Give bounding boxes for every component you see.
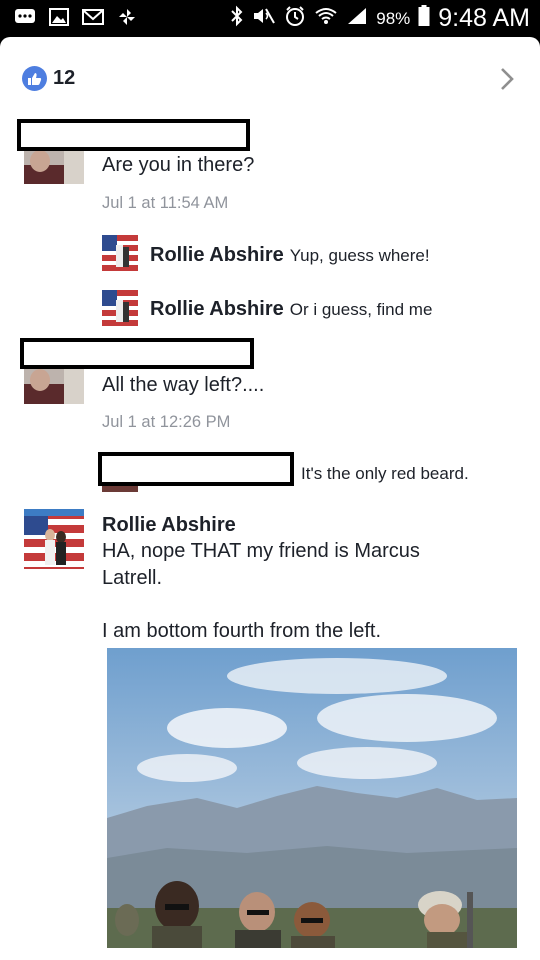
reply-text: It's the only red beard.: [301, 464, 469, 483]
pinwheel-icon: [116, 7, 138, 27]
reply-text: Yup, guess where!: [289, 246, 430, 265]
alarm-icon: [284, 5, 306, 32]
messages-icon: [14, 7, 36, 27]
bluetooth-icon: [230, 5, 244, 32]
chevron-right-icon[interactable]: [500, 67, 514, 96]
redacted-name: [98, 452, 294, 486]
status-bar: 98% 9:48 AM: [0, 0, 540, 36]
comment-text-line: HA, nope THAT my friend is Marcus: [102, 540, 420, 562]
reply: Rollie Abshire Or i guess, find me: [150, 298, 432, 321]
redacted-name: [20, 338, 254, 369]
system-icons: 98% 9:48 AM: [230, 4, 530, 33]
comment-text-line: I am bottom fourth from the left.: [102, 620, 382, 642]
avatar[interactable]: [24, 151, 84, 184]
avatar[interactable]: [102, 290, 138, 326]
comment-photo[interactable]: [107, 648, 517, 948]
signal-icon: [346, 6, 368, 31]
gmail-icon: [82, 7, 104, 27]
reply: Rollie Abshire Yup, guess where!: [150, 244, 430, 267]
avatar[interactable]: [24, 369, 84, 404]
thumbs-up-icon: [22, 66, 47, 91]
comment-author[interactable]: Rollie Abshire: [102, 514, 236, 537]
clock: 9:48 AM: [438, 4, 530, 32]
battery-icon: [418, 5, 430, 32]
comment-text: Are you in there?: [102, 154, 255, 176]
gallery-icon: [48, 7, 70, 27]
avatar[interactable]: [102, 235, 138, 271]
wifi-icon: [314, 6, 338, 31]
comments-panel: 12 Are you in there? Jul 1 at 11:54 AM R…: [0, 37, 540, 960]
redacted-name: [17, 119, 250, 151]
comment-text: All the way left?....: [102, 374, 265, 396]
likes-summary[interactable]: 12: [22, 66, 75, 91]
comment-timestamp: Jul 1 at 12:26 PM: [102, 413, 231, 431]
avatar[interactable]: [24, 509, 84, 569]
notification-icons: [14, 7, 138, 27]
reply-author[interactable]: Rollie Abshire: [150, 298, 284, 321]
reply-author[interactable]: Rollie Abshire: [150, 244, 284, 267]
like-count: 12: [53, 67, 76, 89]
battery-percent: 98%: [376, 8, 411, 28]
mute-icon: [252, 6, 276, 31]
reply: It's the only red beard.: [301, 464, 469, 484]
comment-timestamp: Jul 1 at 11:54 AM: [102, 194, 229, 212]
comment-text-line: Latrell.: [102, 567, 163, 589]
reply-text: Or i guess, find me: [289, 300, 433, 319]
